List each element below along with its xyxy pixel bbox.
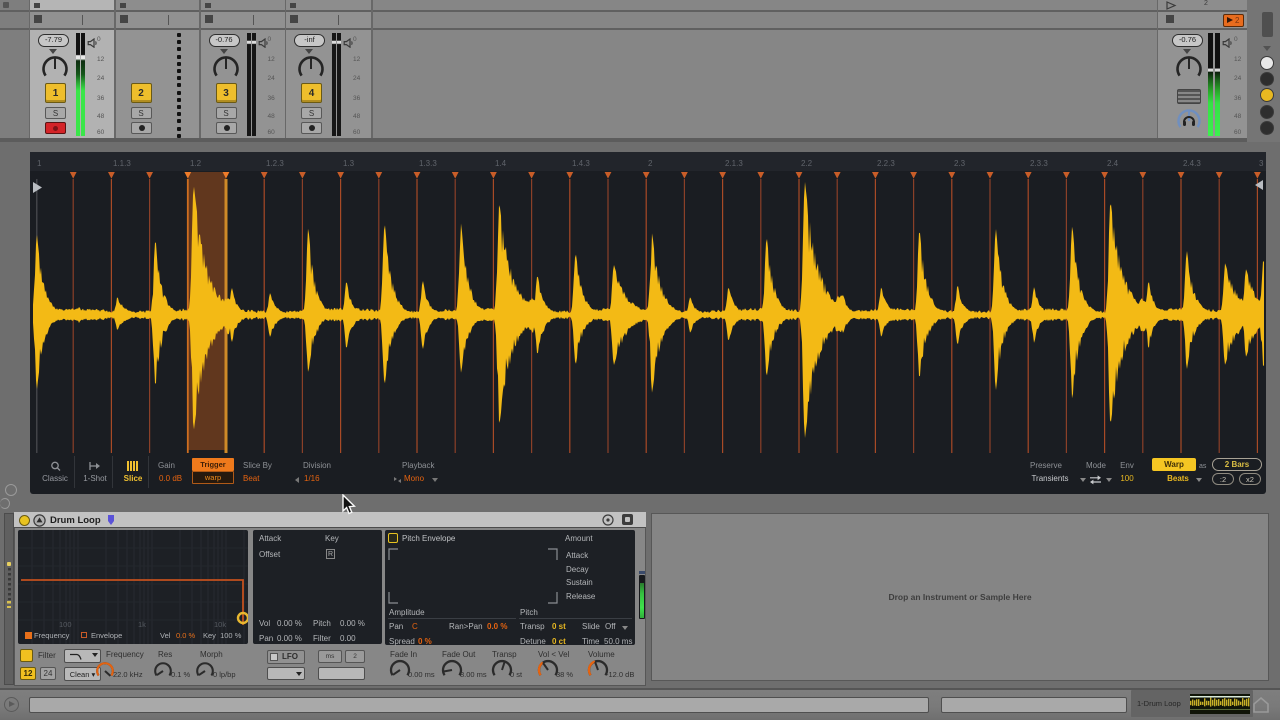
svg-text:1k: 1k (138, 620, 146, 629)
svg-text:2.3.3: 2.3.3 (1030, 159, 1048, 168)
svg-text:2: 2 (648, 159, 653, 168)
svg-text:2.2: 2.2 (801, 159, 813, 168)
svg-text:2.4: 2.4 (1107, 159, 1119, 168)
svg-text:2.4.3: 2.4.3 (1183, 159, 1201, 168)
svg-text:2.2.3: 2.2.3 (877, 159, 895, 168)
svg-text:10k: 10k (214, 620, 226, 629)
svg-text:1: 1 (37, 159, 42, 168)
svg-text:2.3: 2.3 (954, 159, 966, 168)
svg-text:1.4: 1.4 (495, 159, 507, 168)
svg-text:1.3: 1.3 (343, 159, 355, 168)
svg-text:1.1.3: 1.1.3 (113, 159, 131, 168)
svg-text:3: 3 (1259, 159, 1264, 168)
svg-text:1.2.3: 1.2.3 (266, 159, 284, 168)
svg-text:1.4.3: 1.4.3 (572, 159, 590, 168)
svg-text:1.2: 1.2 (190, 159, 202, 168)
svg-text:1.3.3: 1.3.3 (419, 159, 437, 168)
svg-text:100: 100 (59, 620, 72, 629)
svg-text:2.1.3: 2.1.3 (725, 159, 743, 168)
